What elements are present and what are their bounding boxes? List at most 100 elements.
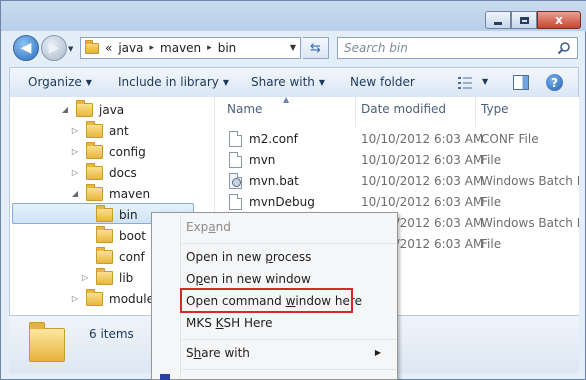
document-icon [229,194,242,210]
folder-icon [96,225,113,243]
file-date: 10/10/2012 6:03 AM [361,174,484,188]
menu-separator [182,369,396,370]
file-date: 10/10/2012 6:03 AM [361,132,484,146]
folder-icon [85,39,99,54]
menu-item-expand[interactable]: Expand [186,220,231,240]
breadcrumb-separator-icon[interactable]: ▸ [207,43,212,53]
tree-item-docs[interactable]: ▷ docs [70,162,137,183]
label-part: en in new window [203,272,311,286]
include-in-library-button[interactable]: Include in library ▼ [118,75,229,89]
share-with-button[interactable]: Share with ▼ [251,75,325,89]
file-type: File [481,153,502,167]
label-part: S [186,346,194,360]
breadcrumb-maven[interactable]: maven [160,41,201,55]
file-row[interactable]: mvn 10/10/2012 6:03 AM File [215,150,579,171]
tree-item-label: bin [119,207,138,222]
label-part: SH Here [223,316,273,330]
access-key: a [208,220,216,234]
tree-item-lib[interactable]: ▷ lib [80,267,133,288]
close-button[interactable]: x [537,11,581,29]
folder-icon [96,267,113,285]
expand-icon[interactable]: ▷ [70,168,80,177]
folder-icon [29,322,65,362]
tree-item-label: docs [109,165,137,180]
label-part: MKS [186,316,216,330]
batch-file-icon [229,173,242,189]
expand-icon[interactable]: ▷ [70,294,80,303]
label-part: Exp [186,220,209,234]
tree-item-java[interactable]: ◢ java [60,99,124,120]
include-in-library-label: Include in library [118,75,219,89]
expand-icon[interactable]: ▷ [80,273,90,282]
breadcrumb-java[interactable]: java [118,41,143,55]
expand-icon[interactable]: ▷ [70,126,80,135]
menu-item-icon [160,374,170,380]
file-type: Windows Batch Fil [481,174,579,188]
back-button[interactable]: ◀ [13,35,39,61]
folder-icon [86,120,103,138]
file-row[interactable]: m2.conf 10/10/2012 6:03 AM CONF File [215,129,579,150]
file-row[interactable]: mvnDebug 10/10/2012 6:03 AM File [215,192,579,213]
submenu-arrow-icon: ▶ [374,348,381,357]
tree-item-ant[interactable]: ▷ ant [70,120,129,141]
file-name: m2.conf [249,132,298,146]
help-button[interactable]: ? [546,74,563,91]
view-chevron-down-icon[interactable]: ▼ [482,77,488,86]
tree-item-config[interactable]: ▷ config [70,141,146,162]
breadcrumb-bin[interactable]: bin [218,41,237,55]
column-header-name[interactable]: Name [227,102,262,116]
file-date: 10/10/2012 6:03 AM [361,195,484,209]
column-divider[interactable] [355,97,356,127]
file-type: CONF File [481,132,539,146]
breadcrumb-separator-icon[interactable]: ▸ [150,43,155,53]
menu-separator [182,339,396,340]
tree-item-label: ant [109,123,129,138]
minimize-icon [494,21,502,25]
new-folder-button[interactable]: New folder [350,75,415,89]
item-count: 6 items [89,327,134,341]
recent-pages-dropdown[interactable]: ▼ [68,45,73,53]
file-type: Windows Batch Fil [481,216,579,230]
breadcrumb-overflow[interactable]: « [105,41,112,55]
file-type: File [481,237,502,251]
file-date: 10/10/2012 6:03 AM [361,153,484,167]
refresh-button[interactable]: ⇆ [303,37,329,59]
command-bar: Organize ▼ Include in library ▼ Share with… [9,67,579,97]
preview-pane-icon[interactable] [513,75,529,90]
collapse-icon[interactable]: ◢ [60,105,70,114]
sort-ascending-icon: ▲ [283,97,290,104]
close-icon: x [555,13,563,27]
forward-button[interactable]: ▶ [41,35,67,61]
column-divider[interactable] [475,97,476,127]
tree-item-conf[interactable]: conf [80,246,145,267]
title-bar: x [1,1,586,31]
collapse-icon[interactable]: ◢ [70,189,80,198]
chevron-down-icon: ▼ [85,78,92,87]
column-header-type[interactable]: Type [481,102,509,116]
document-icon [229,131,242,147]
share-with-label: Share with [251,75,315,89]
tree-item-maven[interactable]: ◢ maven [70,183,150,204]
address-dropdown-icon[interactable]: ▼ [290,43,296,52]
view-options-icon[interactable] [457,76,473,90]
tree-item-bin[interactable]: bin [80,204,138,225]
menu-item-mks-ksh[interactable]: MKS KSH Here [186,316,272,336]
menu-item-open-new-process[interactable]: Open in new process [186,250,311,270]
minimize-button[interactable] [485,11,511,29]
organize-button[interactable]: Organize ▼ [28,75,92,89]
maximize-button[interactable] [511,11,537,29]
file-row[interactable]: mvn.bat 10/10/2012 6:03 AM Windows Batch… [215,171,579,192]
file-name: mvn [249,153,276,167]
organize-label: Organize [28,75,82,89]
document-icon [229,152,242,168]
help-icon: ? [551,75,558,90]
label-part: Open in new [186,250,266,264]
search-input[interactable]: Search bin [337,37,578,59]
menu-item-share-with[interactable]: Share with ▶ [186,346,391,366]
tree-item-boot[interactable]: boot [80,225,146,246]
expand-icon[interactable]: ▷ [70,147,80,156]
address-bar[interactable]: « java ▸ maven ▸ bin ▼ [80,37,301,59]
tree-item-modules[interactable]: ▷ modules [70,288,160,309]
tree-item-label: maven [109,186,151,201]
column-header-date-modified[interactable]: Date modified [361,102,446,116]
